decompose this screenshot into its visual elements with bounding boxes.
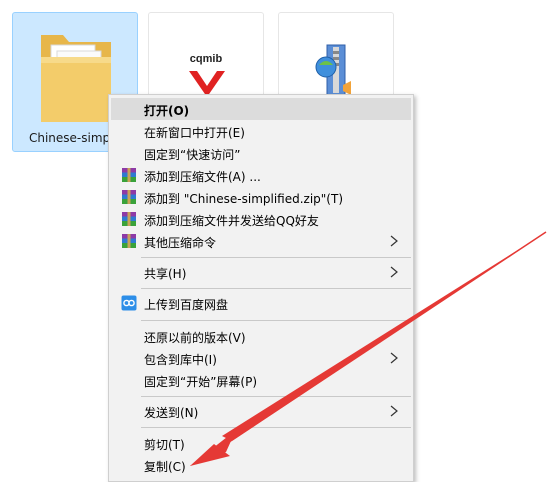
annotation-arrow-icon <box>190 231 547 466</box>
